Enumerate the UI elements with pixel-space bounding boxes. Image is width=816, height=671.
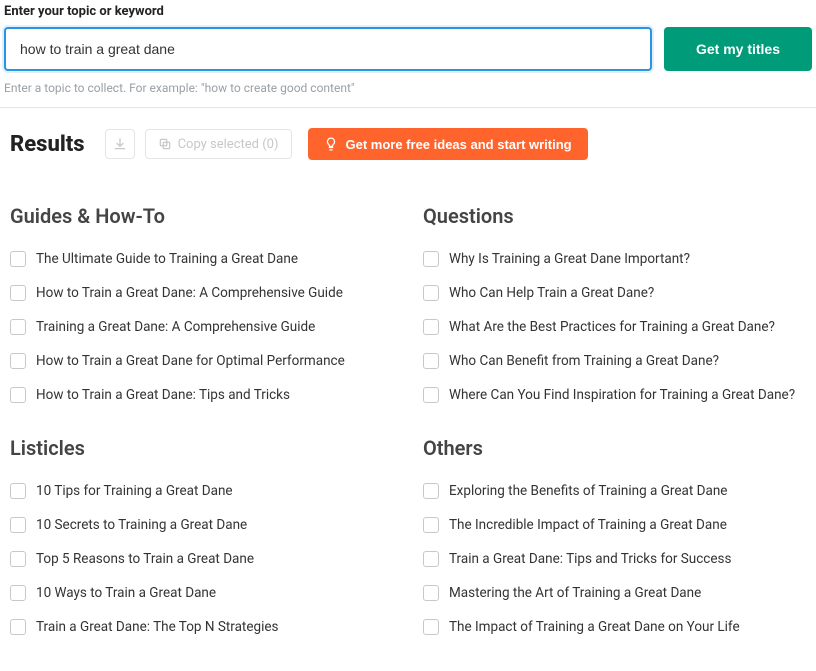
list-item[interactable]: The Impact of Training a Great Dane on Y… [423,610,806,644]
section-title: Questions [423,204,806,228]
checkbox[interactable] [10,551,26,567]
checkbox[interactable] [423,619,439,635]
cta-label: Get more free ideas and start writing [346,137,572,152]
list-item-label: Mastering the Art of Training a Great Da… [449,585,701,601]
search-input[interactable] [4,27,652,71]
copy-selected-button[interactable]: Copy selected (0) [145,129,292,159]
list-item[interactable]: Who Can Help Train a Great Dane? [423,276,806,310]
search-hint: Enter a topic to collect. For example: "… [4,81,812,95]
checkbox[interactable] [10,319,26,335]
list-item-label: Who Can Benefit from Training a Great Da… [449,353,719,369]
list-item-label: The Ultimate Guide to Training a Great D… [36,251,298,267]
lightbulb-icon [324,137,338,151]
search-label: Enter your topic or keyword [4,4,812,19]
list-item[interactable]: How to Train a Great Dane for Optimal Pe… [10,344,393,378]
checkbox[interactable] [423,585,439,601]
list-item[interactable]: Mastering the Art of Training a Great Da… [423,576,806,610]
list-item[interactable]: The Incredible Impact of Training a Grea… [423,508,806,542]
list-item-label: Exploring the Benefits of Training a Gre… [449,483,727,499]
list-item-label: How to Train a Great Dane for Optimal Pe… [36,353,345,369]
list-item-label: Why Is Training a Great Dane Important? [449,251,690,267]
download-button[interactable] [105,129,135,159]
download-icon [113,137,127,151]
list-item[interactable]: How to Train a Great Dane: A Comprehensi… [10,276,393,310]
checkbox[interactable] [423,251,439,267]
list-item[interactable]: 10 Tips for Training a Great Dane [10,474,393,508]
list-item-label: Train a Great Dane: The Top N Strategies [36,619,278,635]
get-titles-button[interactable]: Get my titles [664,27,812,71]
checkbox[interactable] [10,483,26,499]
section-title: Listicles [10,436,393,460]
checkbox[interactable] [423,517,439,533]
list-item-label: Training a Great Dane: A Comprehensive G… [36,319,315,335]
checkbox[interactable] [423,319,439,335]
list-item[interactable]: Training a Great Dane: A Comprehensive G… [10,310,393,344]
list-item[interactable]: 10 Secrets to Training a Great Dane [10,508,393,542]
list-item[interactable]: Top 5 Reasons to Train a Great Dane [10,542,393,576]
list-item-label: Who Can Help Train a Great Dane? [449,285,654,301]
list-item[interactable]: Why Is Training a Great Dane Important? [423,242,806,276]
list-item[interactable]: Train a Great Dane: The Top N Strategies [10,610,393,644]
list-item[interactable]: The Ultimate Guide to Training a Great D… [10,242,393,276]
get-more-ideas-button[interactable]: Get more free ideas and start writing [308,128,588,160]
copy-icon [158,137,172,151]
checkbox[interactable] [423,483,439,499]
checkbox[interactable] [423,285,439,301]
checkbox[interactable] [10,353,26,369]
results-heading: Results [10,132,85,157]
checkbox[interactable] [10,585,26,601]
list-item-label: 10 Tips for Training a Great Dane [36,483,233,499]
list-item-label: Top 5 Reasons to Train a Great Dane [36,551,254,567]
checkbox[interactable] [423,353,439,369]
list-item-label: The Impact of Training a Great Dane on Y… [449,619,740,635]
list-item-label: 10 Ways to Train a Great Dane [36,585,216,601]
list-item-label: How to Train a Great Dane: Tips and Tric… [36,387,290,403]
checkbox[interactable] [423,387,439,403]
checkbox[interactable] [10,285,26,301]
list-item[interactable]: Exploring the Benefits of Training a Gre… [423,474,806,508]
list-item[interactable]: Where Can You Find Inspiration for Train… [423,378,806,412]
checkbox[interactable] [10,387,26,403]
list-item[interactable]: What Are the Best Practices for Training… [423,310,806,344]
checkbox[interactable] [10,619,26,635]
list-item[interactable]: 10 Ways to Train a Great Dane [10,576,393,610]
list-item-label: Where Can You Find Inspiration for Train… [449,387,795,403]
list-item[interactable]: Who Can Benefit from Training a Great Da… [423,344,806,378]
list-item-label: The Incredible Impact of Training a Grea… [449,517,727,533]
copy-selected-label: Copy selected (0) [178,137,279,152]
list-item-label: What Are the Best Practices for Training… [449,319,775,335]
checkbox[interactable] [10,251,26,267]
checkbox[interactable] [10,517,26,533]
list-item[interactable]: How to Train a Great Dane: Tips and Tric… [10,378,393,412]
list-item[interactable]: Train a Great Dane: Tips and Tricks for … [423,542,806,576]
list-item-label: Train a Great Dane: Tips and Tricks for … [449,551,731,567]
checkbox[interactable] [423,551,439,567]
section-title: Others [423,436,806,460]
section-title: Guides & How-To [10,204,393,228]
list-item-label: How to Train a Great Dane: A Comprehensi… [36,285,343,301]
list-item-label: 10 Secrets to Training a Great Dane [36,517,247,533]
